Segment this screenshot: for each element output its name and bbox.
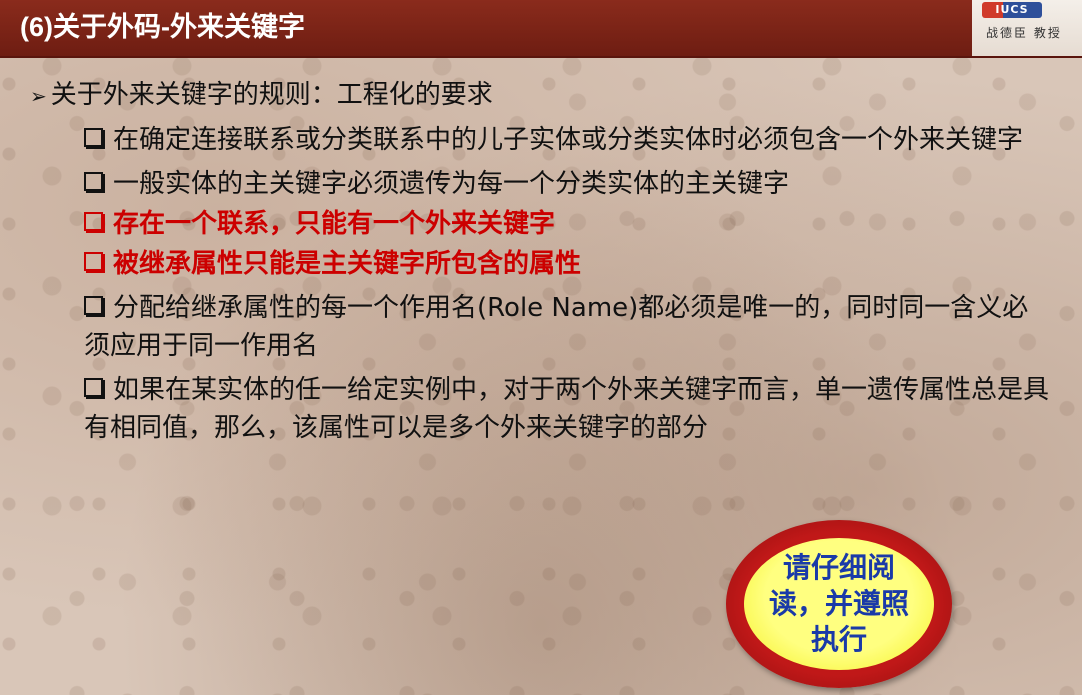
- list-item: 分配给继承属性的每一个作用名(Role Name)都必须是唯一的，同时同一含义必…: [84, 289, 1054, 365]
- logo-author: 战德臣 教授: [986, 26, 1062, 40]
- list-item-text: 在确定连接联系或分类联系中的儿子实体或分类实体时必须包含一个外来关键字: [113, 125, 1024, 155]
- list-item-text: 分配给继承属性的每一个作用名(Role Name)都必须是唯一的，同时同一含义必…: [84, 293, 1029, 361]
- list-item: 一般实体的主关键字必须遗传为每一个分类实体的主关键字: [84, 165, 1054, 203]
- list-item-text: 一般实体的主关键字必须遗传为每一个分类实体的主关键字: [113, 169, 790, 199]
- list-item: 在确定连接联系或分类联系中的儿子实体或分类实体时必须包含一个外来关键字: [84, 121, 1054, 159]
- reminder-badge-inner: 请仔细阅读，并遵照执行: [744, 538, 934, 670]
- checkbox-bullet-icon: [84, 378, 103, 397]
- checkbox-bullet-icon: [84, 252, 103, 271]
- checkbox-bullet-icon: [84, 172, 103, 191]
- list-item-highlighted: 被继承属性只能是主关键字所包含的属性: [84, 245, 1054, 283]
- list-item-text: 被继承属性只能是主关键字所包含的属性: [113, 249, 582, 279]
- slide-title: (6)关于外码-外来关键字: [20, 12, 305, 42]
- list-item-highlighted: 存在一个联系，只能有一个外来关键字: [84, 205, 1054, 243]
- slide-header: (6)关于外码-外来关键字 IUCS 战德臣 教授: [0, 0, 1082, 58]
- logo-mark: IUCS: [982, 2, 1042, 18]
- main-bullet: ➢ 关于外来关键字的规则：工程化的要求: [30, 76, 1060, 115]
- checkbox-bullet-icon: [84, 296, 103, 315]
- checkbox-bullet-icon: [84, 212, 103, 231]
- list-item-text: 如果在某实体的任一给定实例中，对于两个外来关键字而言，单一遗传属性总是具有相同值…: [84, 375, 1050, 443]
- slide-body: ➢ 关于外来关键字的规则：工程化的要求 在确定连接联系或分类联系中的儿子实体或分…: [30, 76, 1060, 447]
- reminder-badge-text: 请仔细阅读，并遵照执行: [768, 551, 909, 656]
- logo: IUCS 战德臣 教授: [972, 0, 1082, 56]
- list-item: 如果在某实体的任一给定实例中，对于两个外来关键字而言，单一遗传属性总是具有相同值…: [84, 371, 1054, 447]
- reminder-badge: 请仔细阅读，并遵照执行: [726, 520, 952, 688]
- list-item-text: 存在一个联系，只能有一个外来关键字: [113, 209, 556, 239]
- checkbox-bullet-icon: [84, 128, 103, 147]
- main-bullet-text: 关于外来关键字的规则：工程化的要求: [50, 80, 493, 110]
- arrow-bullet-icon: ➢: [30, 84, 47, 108]
